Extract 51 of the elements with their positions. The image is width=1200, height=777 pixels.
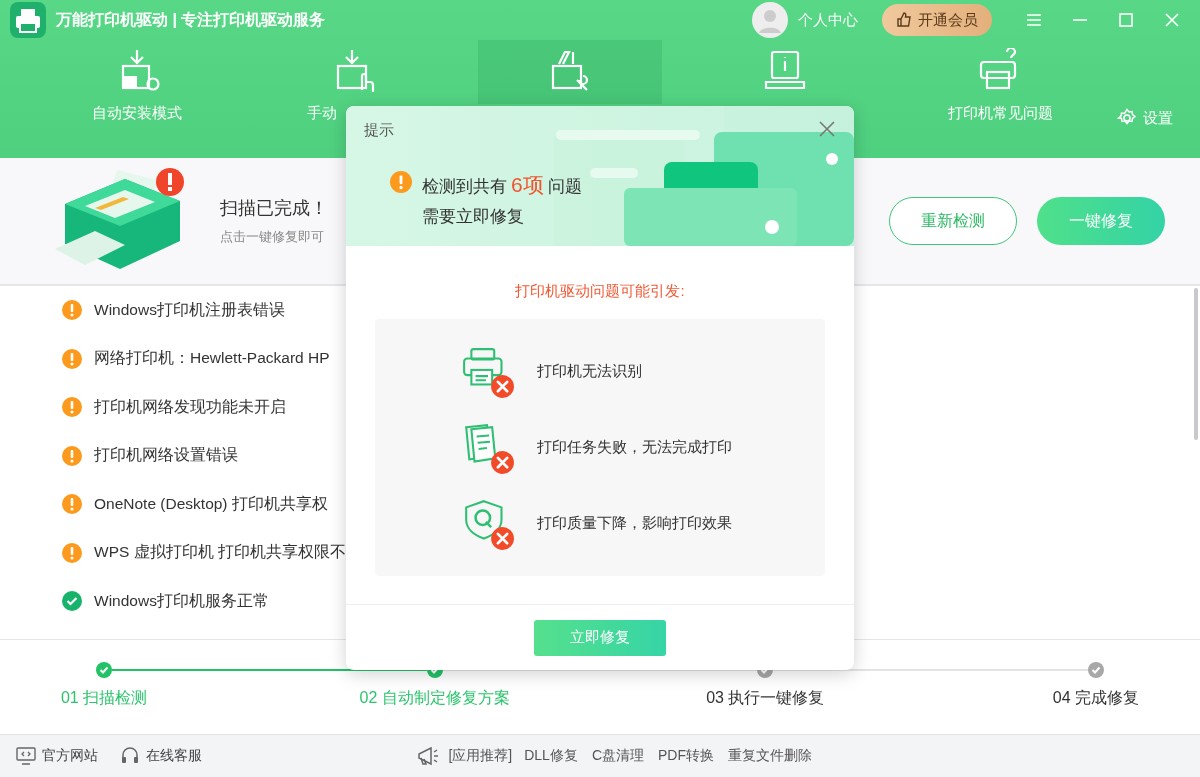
mode-tab[interactable] [478,40,662,104]
megaphone-icon [416,745,441,767]
result-text: 网络打印机：Hewlett-Packard HP [94,348,330,369]
result-text: 打印机网络发现功能未开启 [94,396,286,417]
warning-icon [62,542,82,563]
check-icon [62,591,82,612]
thumb-up-icon [896,12,912,28]
step-label: 01 扫描检测 [60,688,148,708]
impact-text: 打印机无法识别 [537,362,642,381]
monitor-icon [16,747,36,765]
warning-icon [62,397,82,418]
close-icon[interactable] [818,120,836,138]
website-link[interactable]: 官方网站 [16,747,98,765]
settings-button[interactable]: 设置 [1111,107,1179,129]
headset-icon [120,746,140,766]
support-link[interactable]: 在线客服 [120,746,202,766]
result-text: OneNote (Desktop) 打印机共享权 [94,493,328,514]
warning-icon [62,300,82,321]
app-link[interactable]: 重复文件删除 [728,747,812,765]
result-text: WPS 虚拟打印机 打印机共享权限不 [94,542,346,563]
rescan-button[interactable]: 重新检测 [889,197,1017,245]
recommend-label: [应用推荐] [448,747,513,765]
avatar-icon[interactable] [752,2,788,38]
app-link[interactable]: DLL修复 [524,747,578,765]
step-label: 04 完成修复 [1052,688,1140,708]
impact-text: 打印任务失败，无法完成打印 [537,438,732,457]
app-link[interactable]: PDF转换 [658,747,714,765]
result-text: Windows打印机服务正常 [94,590,269,611]
scan-status-title: 扫描已完成！ [220,197,328,220]
issue-count-message: 检测到共有 6项 问题 需要立即修复 [422,172,582,228]
step-label: 03 执行一键修复 [706,688,825,708]
result-text: Windows打印机注册表错误 [94,299,285,320]
impact-text: 打印质量下降，影响打印效果 [537,514,732,533]
vip-button[interactable]: 开通会员 [882,4,992,36]
impact-heading: 打印机驱动问题可能引发: [514,282,686,301]
mode-tab[interactable]: 自动安装模式 [48,40,232,158]
scan-status-hint: 点击一键修复即可 [220,228,325,246]
printer-logo-icon [10,2,46,38]
user-center-link[interactable]: 个人中心 [798,10,858,30]
warning-icon [62,445,82,466]
step-label: 02 自动制定修复方案 [359,688,510,708]
repair-button[interactable]: 一键修复 [1037,197,1165,245]
warning-icon [390,171,412,193]
fix-now-button[interactable]: 立即修复 [534,619,666,656]
mode-tab[interactable]: 打印机常见问题 [908,40,1092,158]
warning-icon [62,348,82,369]
app-link[interactable]: C盘清理 [591,747,644,765]
dialog-title: 提示 [364,121,394,140]
result-text: 打印机网络设置错误 [94,445,238,466]
app-title: 万能打印机驱动 | 专注打印机驱动服务 [56,9,326,30]
warning-icon [62,494,82,515]
